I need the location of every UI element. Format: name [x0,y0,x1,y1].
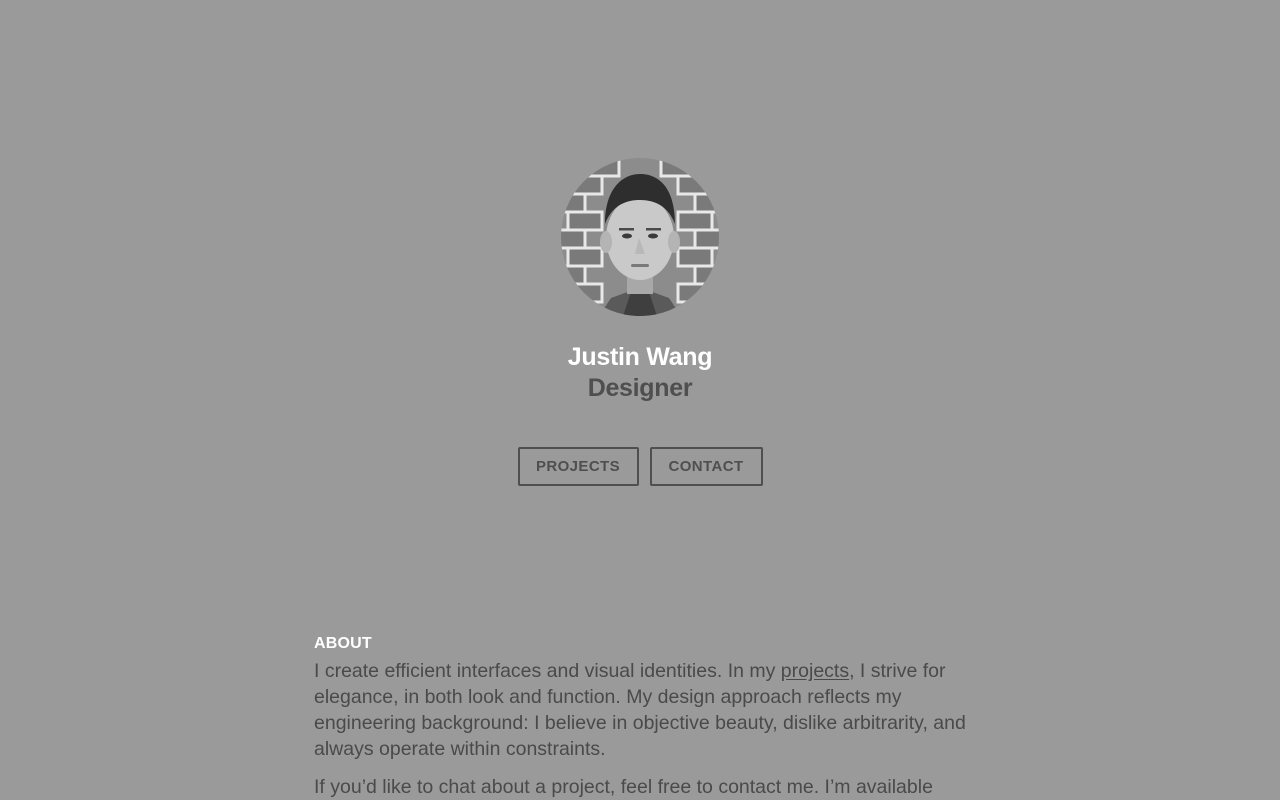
profile-role: Designer [587,374,693,402]
avatar-photo [561,158,719,316]
profile-name: Justin Wang [567,343,713,371]
projects-link[interactable]: projects [781,660,849,682]
about-p1-text-before: I create efficient interfaces and visual… [314,660,781,682]
nav-buttons: PROJECTS CONTACT [0,447,1280,486]
about-section: ABOUT I create efficient interfaces and … [314,634,966,800]
about-paragraph-2: If you’d like to chat about a project, f… [314,776,933,798]
hero-section: Justin Wang Designer PROJECTS CONTACT [0,158,1280,486]
page: Justin Wang Designer PROJECTS CONTACT AB… [0,0,1280,800]
about-heading: ABOUT [314,635,372,652]
avatar [561,158,719,316]
about-paragraph-1: I create efficient interfaces and visual… [314,658,966,762]
contact-button[interactable]: CONTACT [649,447,763,486]
projects-button[interactable]: PROJECTS [517,447,639,486]
